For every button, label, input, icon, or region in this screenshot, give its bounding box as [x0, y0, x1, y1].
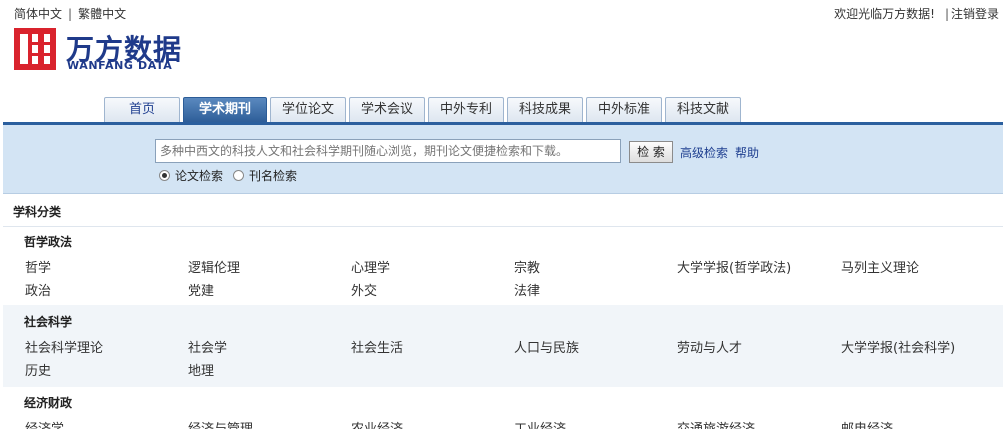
- tab-sci-achievements[interactable]: 科技成果: [507, 97, 583, 122]
- help-link[interactable]: 帮助: [735, 144, 759, 161]
- category-item[interactable]: 历史: [25, 360, 51, 379]
- category-item[interactable]: 哲学: [25, 257, 51, 276]
- tab-patents[interactable]: 中外专利: [428, 97, 504, 122]
- search-panel: 检 索 高级检索 帮助 论文检索 刊名检索: [3, 125, 1003, 194]
- category-item[interactable]: 逻辑伦理: [188, 257, 240, 276]
- section-title: 经济财政: [24, 396, 73, 410]
- search-mode-group: 论文检索 刊名检索: [159, 167, 307, 184]
- tab-academic-journals[interactable]: 学术期刊: [183, 97, 267, 123]
- lang-separator: |: [68, 7, 73, 21]
- section-title: 社会科学: [24, 315, 73, 329]
- search-button[interactable]: 检 索: [629, 141, 673, 163]
- category-header-title: 学科分类: [13, 205, 62, 219]
- account-bar: 欢迎光临万方数据! | 注销登录: [834, 5, 999, 22]
- account-separator: |: [944, 7, 949, 21]
- category-item[interactable]: 法律: [514, 280, 540, 299]
- traditional-chinese-link[interactable]: 繁體中文: [78, 5, 126, 22]
- category-item[interactable]: 地理: [188, 360, 214, 379]
- category-section-philosophy-law: 哲学政法 哲学 逻辑伦理 心理学 宗教 大学学报(哲学政法) 马列主义理论 政治…: [3, 227, 1003, 305]
- simplified-chinese-link[interactable]: 简体中文: [14, 5, 62, 22]
- category-section-economy-finance: 经济财政 经济学 经济与管理 农业经济 工业经济 交通旅游经济 邮电经济: [3, 387, 1003, 429]
- category-item[interactable]: 交通旅游经济: [677, 418, 755, 429]
- logo-english-text: WANFANG DATA: [67, 59, 173, 72]
- main-nav-tabs: 首页 学术期刊 学位论文 学术会议 中外专利 科技成果 中外标准 科技文献: [104, 97, 744, 123]
- category-item[interactable]: 大学学报(哲学政法): [677, 257, 791, 276]
- journal-search-label[interactable]: 刊名检索: [249, 167, 297, 184]
- wanfang-logo-icon: [14, 28, 56, 70]
- category-item[interactable]: 经济与管理: [188, 418, 253, 429]
- category-item[interactable]: 工业经济: [514, 418, 566, 429]
- tab-standards[interactable]: 中外标准: [586, 97, 662, 122]
- section-title: 哲学政法: [24, 235, 73, 249]
- paper-search-label[interactable]: 论文检索: [175, 167, 223, 184]
- tab-conferences[interactable]: 学术会议: [349, 97, 425, 122]
- category-item[interactable]: 马列主义理论: [841, 257, 919, 276]
- advanced-search-link[interactable]: 高级检索: [680, 144, 728, 161]
- category-header: 学科分类: [3, 195, 1003, 227]
- category-item[interactable]: 经济学: [25, 418, 64, 429]
- category-item[interactable]: 宗教: [514, 257, 540, 276]
- paper-search-radio[interactable]: [159, 170, 170, 181]
- category-item[interactable]: 心理学: [351, 257, 390, 276]
- category-item[interactable]: 社会科学理论: [25, 337, 103, 356]
- category-item[interactable]: 社会学: [188, 337, 227, 356]
- search-input[interactable]: [155, 139, 621, 163]
- category-item[interactable]: 大学学报(社会科学): [841, 337, 955, 356]
- category-item[interactable]: 农业经济: [351, 418, 403, 429]
- category-item[interactable]: 外交: [351, 280, 377, 299]
- tab-home[interactable]: 首页: [104, 97, 180, 122]
- category-item[interactable]: 劳动与人才: [677, 337, 742, 356]
- welcome-text: 欢迎光临万方数据!: [834, 7, 935, 21]
- tab-dissertations[interactable]: 学位论文: [270, 97, 346, 122]
- category-item[interactable]: 人口与民族: [514, 337, 579, 356]
- tab-sci-literature[interactable]: 科技文献: [665, 97, 741, 122]
- logout-link[interactable]: 注销登录: [951, 7, 999, 21]
- category-item[interactable]: 党建: [188, 280, 214, 299]
- category-item[interactable]: 政治: [25, 280, 51, 299]
- wanfang-logo[interactable]: 万方数据 WANFANG DATA: [14, 28, 194, 76]
- language-switch: 简体中文 | 繁體中文: [14, 5, 126, 22]
- category-item[interactable]: 社会生活: [351, 337, 403, 356]
- journal-search-radio[interactable]: [233, 170, 245, 181]
- category-item[interactable]: 邮电经济: [841, 418, 893, 429]
- category-section-social-science: 社会科学 社会科学理论 社会学 社会生活 人口与民族 劳动与人才 大学学报(社会…: [3, 305, 1003, 387]
